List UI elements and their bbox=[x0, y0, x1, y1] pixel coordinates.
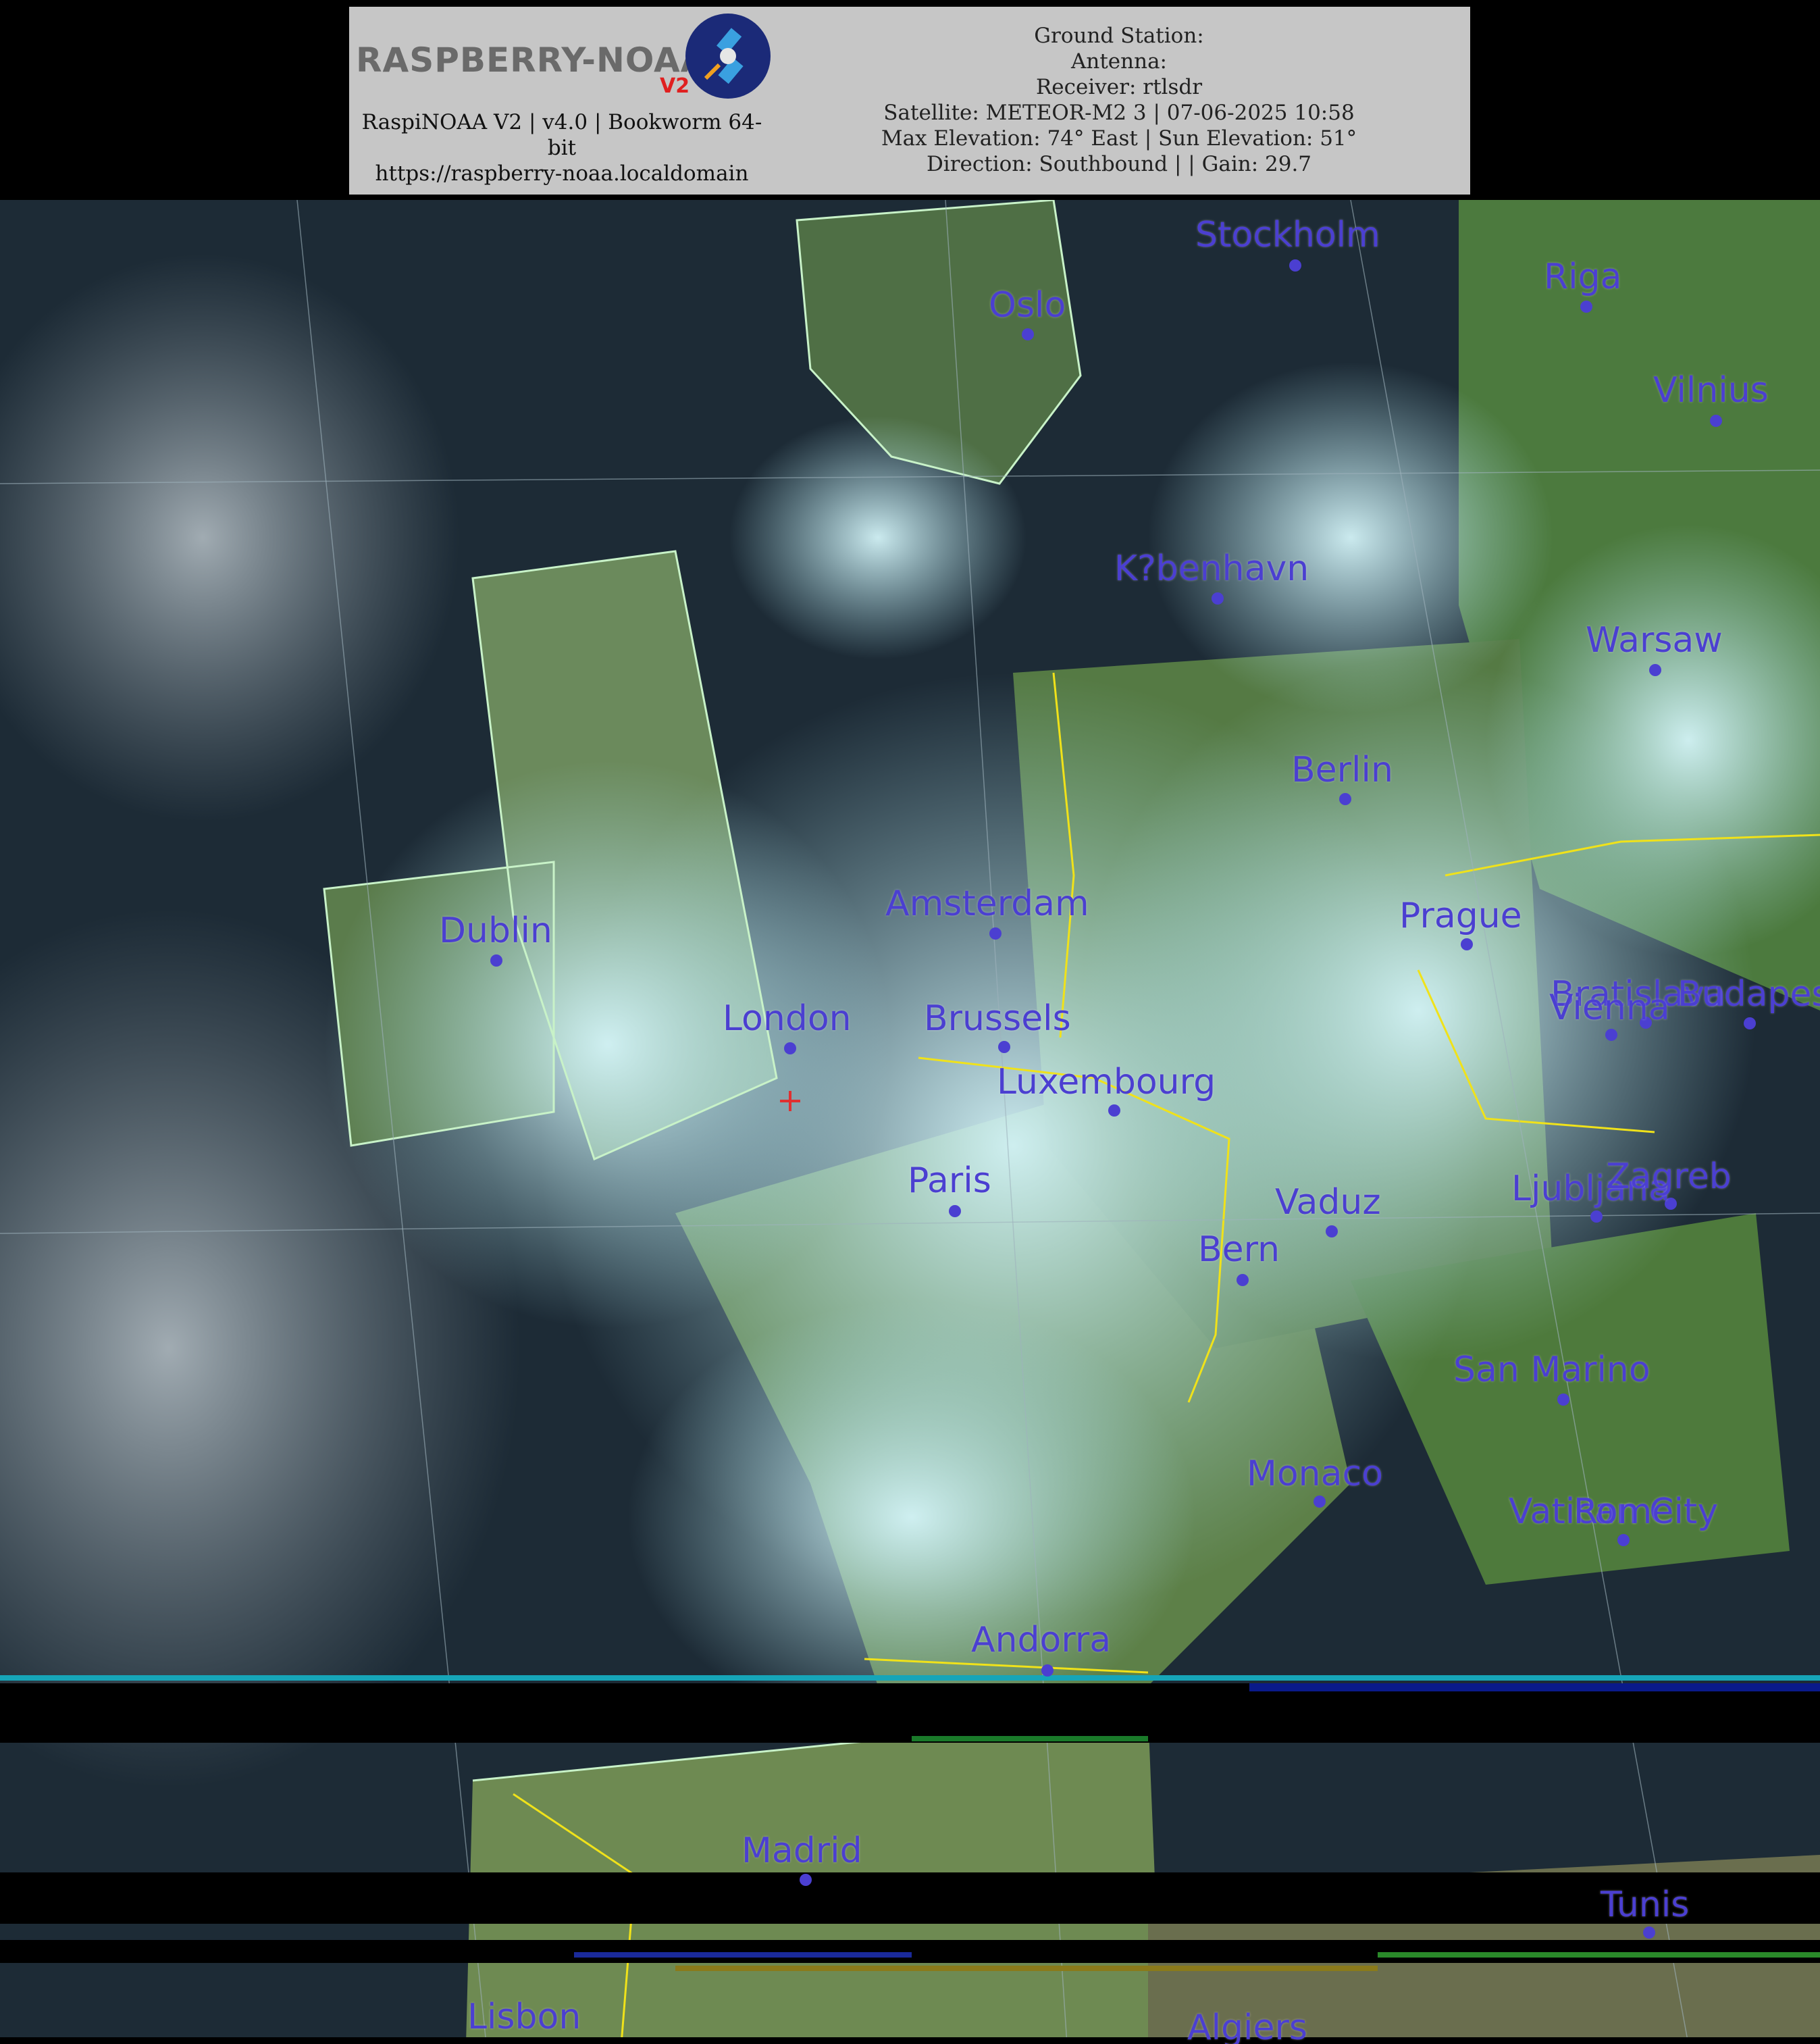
city-label-tunis: Tunis bbox=[1601, 1885, 1690, 1925]
city-label-rome: Rome bbox=[1574, 1491, 1674, 1532]
city-dot-paris bbox=[949, 1205, 961, 1217]
header-panel: RASPBERRY-NOAA V2 RaspiNOAA V2 | v4.0 | … bbox=[349, 7, 1470, 195]
city-label-lisbon: Lisbon bbox=[467, 1997, 581, 2037]
city-dot-amsterdam bbox=[989, 927, 1002, 940]
city-label-oslo: Oslo bbox=[989, 285, 1066, 326]
city-label-san-marino: San Marino bbox=[1453, 1350, 1650, 1390]
city-label-vienna: Vienna bbox=[1549, 988, 1670, 1028]
city-dot-warsaw bbox=[1649, 664, 1661, 676]
receiver-line: Receiver: rtlsdr bbox=[1035, 75, 1203, 99]
city-dot-ljubljana bbox=[1590, 1210, 1603, 1223]
city-label-prague: Prague bbox=[1399, 896, 1522, 936]
city-dot-riga bbox=[1580, 301, 1592, 313]
city-dot-rome bbox=[1617, 1534, 1630, 1546]
satellite-imagery bbox=[0, 200, 1820, 2044]
city-label-madrid: Madrid bbox=[742, 1831, 862, 1871]
elevation-line: Max Elevation: 74° East | Sun Elevation:… bbox=[881, 126, 1357, 151]
city-label-paris: Paris bbox=[908, 1160, 991, 1201]
city-dot-san-marino bbox=[1557, 1394, 1569, 1406]
city-dot-dublin bbox=[490, 954, 502, 967]
city-label-london: London bbox=[723, 998, 852, 1039]
city-label-andorra: Andorra bbox=[971, 1620, 1112, 1660]
city-label-warsaw: Warsaw bbox=[1586, 620, 1723, 661]
city-label-algiers: Algiers bbox=[1187, 2008, 1307, 2044]
city-label-monaco: Monaco bbox=[1247, 1454, 1383, 1494]
city-dot-berlin bbox=[1339, 793, 1351, 805]
ground-station-line: Ground Station: bbox=[1034, 24, 1204, 48]
city-dot-vaduz bbox=[1326, 1225, 1338, 1237]
city-label-riga: Riga bbox=[1544, 257, 1622, 297]
city-label-brussels: Brussels bbox=[924, 998, 1071, 1039]
city-dot-andorra bbox=[1041, 1664, 1054, 1677]
city-dot-stockholm bbox=[1289, 259, 1301, 272]
city-label-vilnius: Vilnius bbox=[1653, 370, 1769, 411]
city-label-vaduz: Vaduz bbox=[1275, 1182, 1381, 1223]
city-dot-kobenhavn bbox=[1212, 592, 1224, 605]
city-label-bern: Bern bbox=[1198, 1229, 1280, 1270]
city-dot-bern bbox=[1237, 1274, 1249, 1286]
city-dot-luxembourg bbox=[1108, 1104, 1120, 1117]
city-dot-vienna bbox=[1605, 1029, 1617, 1041]
city-dot-monaco bbox=[1314, 1496, 1326, 1508]
city-dot-prague bbox=[1461, 938, 1473, 950]
city-dot-madrid bbox=[800, 1874, 812, 1886]
satellite-line: Satellite: METEOR-M2 3 | 07-06-2025 10:5… bbox=[883, 101, 1355, 125]
city-dot-vilnius bbox=[1710, 415, 1722, 427]
city-label-kobenhavn: K?benhavn bbox=[1114, 548, 1309, 589]
city-dot-oslo bbox=[1022, 328, 1034, 340]
software-version-line: RaspiNOAA V2 | v4.0 | Bookworm 64-bit bbox=[361, 110, 762, 160]
direction-gain-line: Direction: Southbound | | Gain: 29.7 bbox=[926, 152, 1312, 176]
station-url: https://raspberry-noaa.localdomain bbox=[375, 161, 749, 186]
logo-version: V2 bbox=[660, 74, 690, 98]
logo-text: RASPBERRY-NOAA bbox=[356, 41, 708, 80]
city-label-zagreb: Zagreb bbox=[1606, 1156, 1732, 1197]
city-dot-brussels bbox=[998, 1041, 1010, 1053]
satellite-map-image: Stockholm Riga Oslo Vilnius K?benhavn Wa… bbox=[0, 200, 1820, 2044]
city-dot-budapest bbox=[1744, 1017, 1756, 1029]
city-label-stockholm: Stockholm bbox=[1195, 215, 1380, 255]
header-bar: RASPBERRY-NOAA V2 RaspiNOAA V2 | v4.0 | … bbox=[0, 0, 1820, 200]
satellite-logo-icon bbox=[685, 14, 771, 99]
antenna-line: Antenna: bbox=[1070, 49, 1167, 74]
city-label-luxembourg: Luxembourg bbox=[997, 1062, 1216, 1102]
city-label-berlin: Berlin bbox=[1291, 750, 1393, 790]
city-label-budapest: Budapest bbox=[1678, 974, 1820, 1015]
city-dot-london bbox=[784, 1042, 796, 1054]
city-label-dublin: Dublin bbox=[439, 911, 552, 951]
city-label-amsterdam: Amsterdam bbox=[885, 884, 1089, 924]
city-dot-tunis bbox=[1643, 1926, 1655, 1939]
